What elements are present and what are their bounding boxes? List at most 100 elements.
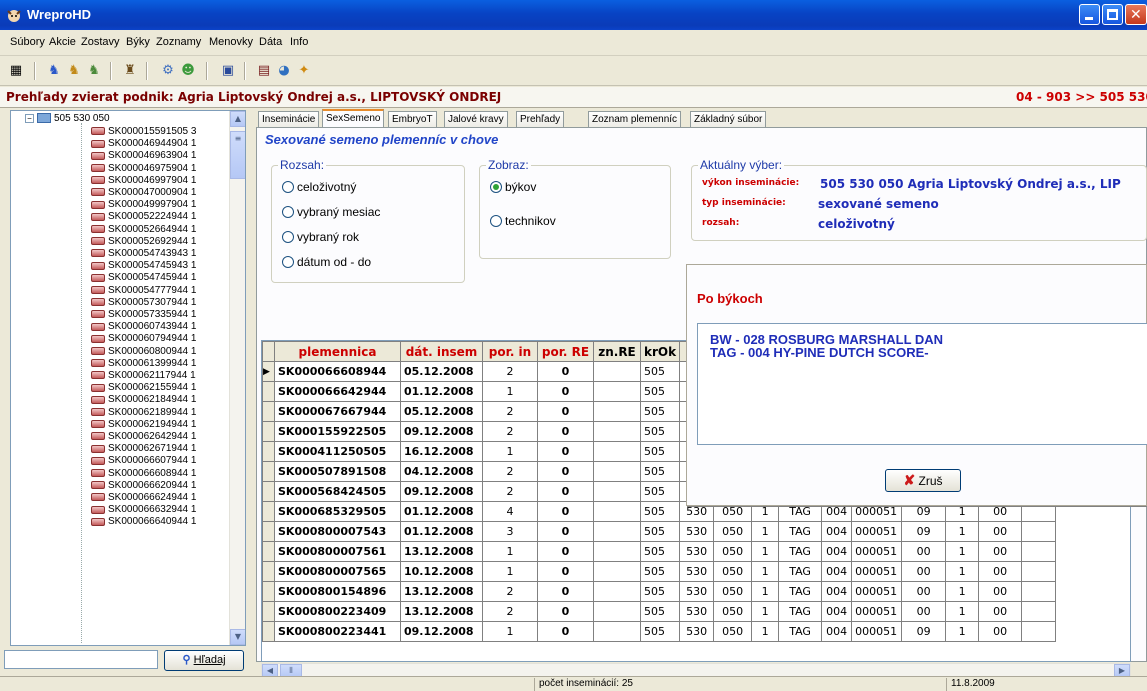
tree-item[interactable]: SK000066640944 1 <box>91 516 196 528</box>
menu-subory[interactable]: Súbory <box>10 36 45 48</box>
table-cell: 2 <box>482 481 538 502</box>
menu-zostavy[interactable]: Zostavy <box>81 36 120 48</box>
tree-item[interactable]: SK000062184944 1 <box>91 394 196 406</box>
menu-zoznamy[interactable]: Zoznamy <box>156 36 201 48</box>
range-option-lifetime[interactable]: celoživotný <box>282 180 356 194</box>
table-cell: 0 <box>537 461 594 482</box>
menu-info[interactable]: Info <box>290 36 308 48</box>
current-selection-label: Aktuálny výber: <box>698 158 785 172</box>
menu-data[interactable]: Dáta <box>259 36 282 48</box>
range-option-month[interactable]: vybraný mesiac <box>282 205 380 219</box>
tree-item[interactable]: SK000062155944 1 <box>91 382 196 394</box>
tree-item[interactable]: SK000052692944 1 <box>91 236 196 248</box>
tree-item[interactable]: SK000061399944 1 <box>91 358 196 370</box>
menu-menovky[interactable]: Menovky <box>209 36 253 48</box>
tree-item[interactable]: SK000060794944 1 <box>91 333 196 345</box>
column-header[interactable]: plemennica <box>274 341 401 362</box>
tree-item[interactable]: SK000060743944 1 <box>91 321 196 333</box>
display-option-bulls[interactable]: býkov <box>490 180 536 194</box>
column-header[interactable]: krOk <box>639 341 681 362</box>
cow-blue-icon[interactable]: ♞ <box>46 63 62 79</box>
tree-item[interactable]: SK000066607944 1 <box>91 455 196 467</box>
tree-item[interactable]: SK000066620944 1 <box>91 480 196 492</box>
scroll-down-icon[interactable]: ▼ <box>230 629 245 645</box>
column-header[interactable]: dát. insem <box>400 341 483 362</box>
save-icon[interactable]: ▣ <box>220 63 236 79</box>
cancel-button[interactable]: ✘ Zruš <box>885 469 961 492</box>
bull-icon[interactable]: ♜ <box>122 63 138 79</box>
close-button[interactable]: ✕ <box>1125 4 1147 25</box>
table-cell: 0 <box>537 421 594 442</box>
table-row[interactable]: SK000800154896 13.12.2008 2 0 505 530 050 1 TAG 0… <box>262 581 1057 602</box>
column-header[interactable]: por. in <box>482 341 538 362</box>
table-row[interactable]: SK000800007565 10.12.2008 1 0 505 530 050 1 TAG 0… <box>262 561 1057 582</box>
table-row[interactable]: SK000800223409 13.12.2008 2 0 505 530 050 1 TAG 0… <box>262 601 1057 622</box>
tree-item[interactable]: SK000062189944 1 <box>91 407 196 419</box>
tab-embryot[interactable]: EmbryoT <box>388 111 437 128</box>
table-row[interactable]: SK000800007561 13.12.2008 1 0 505 530 050 1 TAG 0… <box>262 541 1057 562</box>
table-row[interactable]: SK000800223441 09.12.2008 1 0 505 530 050 1 TAG 0… <box>262 621 1057 642</box>
tree-item[interactable]: SK000066632944 1 <box>91 504 196 516</box>
tree-item[interactable]: SK000052664944 1 <box>91 224 196 236</box>
tree-item[interactable]: SK000057335944 1 <box>91 309 196 321</box>
column-header[interactable]: por. RE <box>537 341 594 362</box>
tree-scrollbar[interactable]: ▲ ≡ ▼ <box>229 111 245 645</box>
tree-item[interactable]: SK000046944904 1 <box>91 138 196 150</box>
tab-zoznam-plemennic[interactable]: Zoznam plemenníc <box>588 111 682 128</box>
tree-item[interactable]: SK000054777944 1 <box>91 285 196 297</box>
menu-akcie[interactable]: Akcie <box>49 36 76 48</box>
maximize-button[interactable] <box>1102 4 1123 25</box>
range-option-date[interactable]: dátum od - do <box>282 255 371 269</box>
cow-green-icon[interactable]: ♞ <box>86 63 102 79</box>
tree-item[interactable]: SK000046963904 1 <box>91 150 196 162</box>
tree-item[interactable]: SK000046997904 1 <box>91 175 196 187</box>
scroll-up-icon[interactable]: ▲ <box>230 111 245 127</box>
cow-gold-icon[interactable]: ♞ <box>66 63 82 79</box>
column-header[interactable]: zn.RE <box>593 341 641 362</box>
collapse-icon[interactable]: − <box>25 113 34 123</box>
tree-root[interactable]: −505 530 050 <box>25 113 110 125</box>
tree-item[interactable]: SK000066624944 1 <box>91 492 196 504</box>
tree-item[interactable]: SK000062194944 1 <box>91 419 196 431</box>
minimize-button[interactable] <box>1079 4 1100 25</box>
tree-item[interactable]: SK000066608944 1 <box>91 468 196 480</box>
tree-item[interactable]: SK000062671944 1 <box>91 443 196 455</box>
tab-zakladny-subor[interactable]: Základný súbor <box>690 111 767 128</box>
tree-item[interactable]: SK000054743943 1 <box>91 248 196 260</box>
tab-prehlady[interactable]: Prehľady <box>516 111 565 128</box>
tree-item[interactable]: SK000046975904 1 <box>91 163 196 175</box>
tool-gear-icon[interactable]: ⚙ <box>160 63 176 79</box>
tab-sexsemeno[interactable]: SexSemeno <box>322 109 385 129</box>
settings-icon[interactable]: ▦ <box>8 63 24 79</box>
cow-record-icon <box>91 505 105 514</box>
table-row[interactable]: SK000800007543 01.12.2008 3 0 505 530 050 1 TAG 0… <box>262 521 1057 542</box>
scroll-thumb[interactable]: ≡ <box>230 131 245 179</box>
range-option-year[interactable]: vybraný rok <box>282 230 359 244</box>
tab-inseminacie[interactable]: Inseminácie <box>258 111 320 128</box>
search-input[interactable] <box>4 650 158 669</box>
tree-item[interactable]: SK000052224944 1 <box>91 211 196 223</box>
user-icon[interactable]: ☻ <box>180 63 196 79</box>
menu-byky[interactable]: Býky <box>126 36 150 48</box>
tree-item[interactable]: SK000060800944 1 <box>91 346 196 358</box>
tree-item[interactable]: SK000054745943 1 <box>91 260 196 272</box>
tree-item[interactable]: SK000054745944 1 <box>91 272 196 284</box>
search-button[interactable]: ⚲ Hľadaj <box>164 650 244 671</box>
tree-item[interactable]: SK000062642944 1 <box>91 431 196 443</box>
status-date: 11.8.2009 <box>946 678 1147 691</box>
maximize-icon <box>1107 9 1118 20</box>
table-cell: 530 <box>679 561 715 582</box>
print-icon[interactable]: ▤ <box>256 63 272 79</box>
row-indicator <box>262 521 275 542</box>
tab-jalove-kravy[interactable]: Jalové kravy <box>444 111 508 128</box>
display-option-technicians[interactable]: technikov <box>490 214 556 228</box>
current-value-insemination: 505 530 050 Agria Liptovský Ondrej a.s.,… <box>820 177 1121 191</box>
app-window: WreproHD ✕ Súbory Akcie Zostavy Býky Zoz… <box>0 0 1147 691</box>
tree-item[interactable]: SK000057307944 1 <box>91 297 196 309</box>
tree-item[interactable]: SK000047000904 1 <box>91 187 196 199</box>
tree-item[interactable]: SK000049997904 1 <box>91 199 196 211</box>
star-icon[interactable]: ✦ <box>296 63 312 79</box>
tree-item[interactable]: SK000015591505 3 <box>91 126 196 138</box>
tree-item[interactable]: SK000062117944 1 <box>91 370 196 382</box>
help-icon[interactable]: ◕ <box>276 63 292 79</box>
